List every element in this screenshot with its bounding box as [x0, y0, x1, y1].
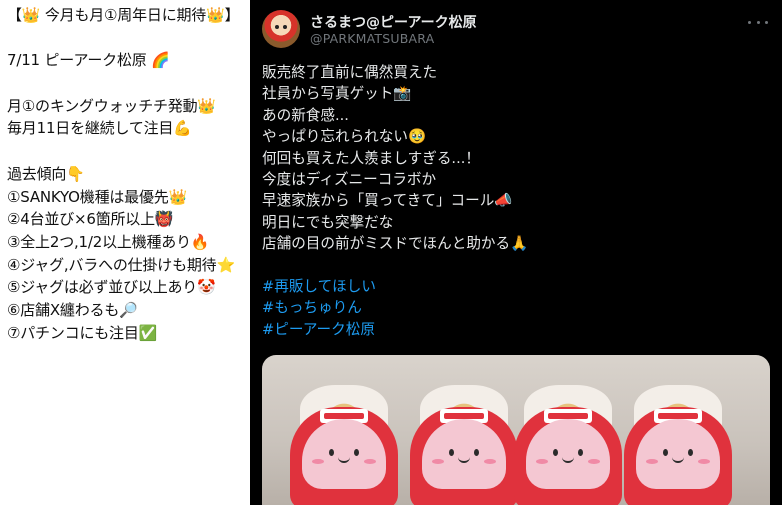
avatar[interactable] [262, 10, 300, 48]
tweet-photo[interactable] [262, 355, 770, 505]
tweet-text-line: やっぱり忘れられない🥹 [262, 128, 427, 146]
hashtag-link[interactable]: #再販してほしい [262, 276, 772, 297]
tweet-text-line: 明日にでも突撃だな [262, 213, 394, 231]
note-line: 毎月11日を継続して注目💪 [7, 119, 192, 138]
tweet-header: さるまつ@ピーアーク松原 @PARKMATSUBARA [262, 10, 782, 50]
donut-package [624, 385, 732, 505]
note-trend-item: ①SANKYO機種は最優先👑 [7, 187, 188, 206]
tweet-text-line: 何回も買えた人羨ましすぎる...！ [262, 149, 480, 167]
donut-package [514, 385, 622, 505]
tweet-author-handle[interactable]: @PARKMATSUBARA [310, 31, 434, 46]
donut-package [290, 385, 398, 505]
tweet-text-line: 店舗の目の前がミスドでほんと助かる🙏 [262, 235, 529, 253]
tweet-text-line: 販売終了直前に偶然買えた [262, 64, 438, 81]
tweet-text: 販売終了直前に偶然買えた 社員から写真ゲット📸 あの新食感... やっぱり忘れら… [262, 62, 772, 340]
more-icon[interactable] [748, 14, 768, 30]
tweet-author-name[interactable]: さるまつ@ピーアーク松原 [310, 12, 477, 32]
tweet-text-line: 早速家族から「買ってきて」コール📣 [262, 192, 513, 210]
note-trend-item: ②4台並び×6箇所以上👹 [7, 210, 174, 229]
note-trend-item: ⑤ジャグは必ず並び以上あり🤡 [7, 278, 216, 297]
tweet-text-line: 社員から写真ゲット📸 [262, 85, 412, 103]
note-trend-item: ⑦パチンコにも注目✅ [7, 323, 158, 342]
hashtag-link[interactable]: #ピーアーク松原 [262, 319, 772, 340]
hashtag-link[interactable]: #もっちゅりん [262, 297, 772, 318]
note-trend-item: ③全上2つ,1/2以上機種あり🔥 [7, 232, 210, 251]
tweet-text-line: あの新食感... [262, 106, 349, 124]
note-line: 月①のキングウォッチチ発動👑 [7, 96, 216, 115]
donut-package [410, 385, 518, 505]
note-trend-heading: 過去傾向👇 [7, 164, 85, 183]
note-date-store: 7/11 ピーアーク松原 🌈 [7, 51, 170, 70]
tweet-text-line: 今度はディズニーコラボか [262, 170, 437, 188]
note-trend-item: ⑥店舗X纏わるも🔎 [7, 300, 138, 319]
left-note-pane: 【👑 今月も月①周年日に期待👑】 7/11 ピーアーク松原 🌈 月①のキングウォ… [0, 0, 250, 505]
note-trend-item: ④ジャグ,バラへの仕掛けも期待⭐ [7, 255, 235, 274]
note-title: 【👑 今月も月①周年日に期待👑】 [7, 6, 240, 24]
tweet-card[interactable]: さるまつ@ピーアーク松原 @PARKMATSUBARA 販売終了直前に偶然買えた… [250, 0, 782, 505]
